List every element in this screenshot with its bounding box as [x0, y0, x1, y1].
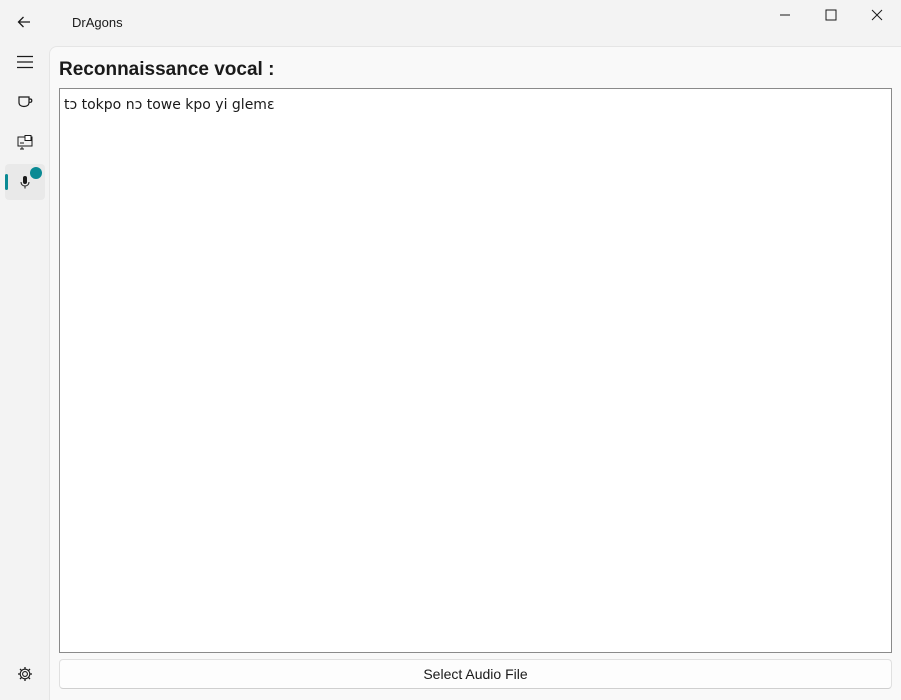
maximize-button[interactable] — [808, 0, 854, 30]
nav-menu-toggle[interactable] — [5, 44, 45, 80]
app-title: DrAgons — [72, 15, 123, 30]
translate-screen-icon — [17, 135, 33, 150]
close-icon — [871, 9, 883, 21]
page-title: Reconnaissance vocal : — [59, 59, 275, 80]
selection-indicator — [5, 174, 8, 190]
title-bar: DrAgons — [0, 0, 901, 46]
main-content: Reconnaissance vocal : tɔ tokpo nɔ towe … — [49, 46, 901, 700]
gear-icon — [18, 667, 32, 681]
back-arrow-icon — [17, 16, 30, 28]
microphone-icon — [20, 176, 30, 189]
hamburger-menu-icon — [17, 55, 33, 69]
maximize-icon — [825, 9, 837, 21]
select-audio-file-button[interactable]: Select Audio File — [59, 659, 892, 689]
nav-item-cup[interactable] — [5, 84, 45, 120]
notification-badge — [30, 167, 42, 179]
cup-icon — [18, 96, 33, 108]
back-button[interactable] — [6, 6, 42, 38]
close-button[interactable] — [854, 0, 900, 30]
transcript-textbox[interactable]: tɔ tokpo nɔ towe kpo yi glemɛ — [59, 88, 892, 653]
navigation-rail — [0, 46, 49, 700]
nav-item-settings[interactable] — [5, 656, 45, 692]
minimize-button[interactable] — [762, 0, 808, 30]
nav-item-translate[interactable] — [5, 124, 45, 160]
minimize-icon — [780, 14, 790, 16]
